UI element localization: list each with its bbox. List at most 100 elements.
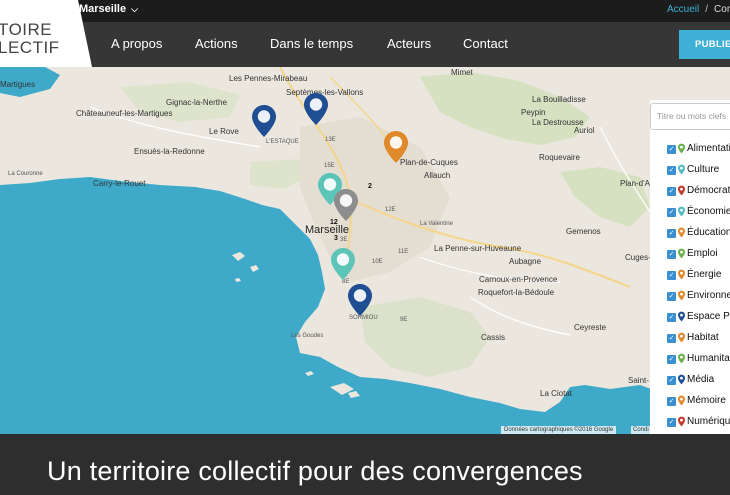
map-marker-icon — [678, 185, 685, 196]
cluster-count[interactable]: 3 — [334, 235, 338, 242]
checkbox-checked-icon[interactable]: ✓ — [667, 187, 676, 196]
map-label: Plan-de-Cuques — [400, 158, 458, 167]
map-label: Carnoux-en-Provence — [479, 275, 558, 284]
checkbox-checked-icon[interactable]: ✓ — [667, 355, 676, 364]
chevron-down-icon: ⌵ — [131, 4, 138, 14]
category-label: Économie — [687, 206, 730, 217]
district-label: L'ESTAQUE — [266, 139, 299, 145]
map-pin-marker-icon[interactable] — [304, 93, 328, 125]
map-label: Aubagne — [509, 257, 542, 266]
checkbox-checked-icon[interactable]: ✓ — [667, 145, 676, 154]
publish-button[interactable]: PUBLIER — [679, 30, 730, 59]
district-label: 10E — [372, 259, 383, 265]
map-marker-icon — [678, 353, 685, 364]
category-label: Démocratie — [687, 185, 730, 196]
category-label: Environnement — [687, 290, 730, 301]
district-label: 9E — [400, 317, 408, 323]
breadcrumb-next-link[interactable]: Con — [714, 4, 730, 15]
checkbox-checked-icon[interactable]: ✓ — [667, 250, 676, 259]
checkbox-checked-icon[interactable]: ✓ — [667, 229, 676, 238]
app: Marseille ⌵ Accueil / Con A propos Actions … — [0, 0, 730, 495]
checkbox-checked-icon[interactable]: ✓ — [667, 313, 676, 322]
site-logo[interactable]: TOIRE LECTIF — [0, 0, 92, 67]
map-marker-icon — [678, 416, 685, 427]
map-terms-link[interactable]: Condi — [631, 426, 651, 434]
map-label: Peypin — [521, 108, 546, 117]
filter-panel: Titre ou mots clefs ✓ Alimentation ✓ Cultur… — [650, 100, 730, 434]
district-label: 3E — [340, 237, 348, 243]
nav-item-dans-le-temps[interactable]: Dans le temps — [270, 36, 353, 51]
map-label: Carry-le-Rouet — [93, 179, 146, 188]
map-label-marseille: Marseille — [305, 224, 350, 236]
category-label: Alimentation — [687, 143, 730, 154]
map-label: La Penne-sur-Huveaune — [434, 244, 522, 253]
map-label: Gignac-la-Nerthe — [166, 98, 227, 107]
map-label: Allauch — [424, 171, 451, 180]
nav-item-contact[interactable]: Contact — [463, 36, 508, 51]
map-label: La Valentine — [420, 221, 453, 227]
map-pin-marker-icon[interactable] — [331, 248, 355, 280]
checkbox-checked-icon[interactable]: ✓ — [667, 292, 676, 301]
category-label: Mémoire — [687, 395, 726, 406]
breadcrumb: Accueil / Con — [667, 4, 730, 15]
map-marker-icon — [678, 332, 685, 343]
map-label: Le Rove — [209, 127, 239, 136]
map-marker-icon — [678, 164, 685, 175]
logo-line-1: TOIRE — [0, 20, 53, 39]
city-selector-label: Marseille — [79, 3, 127, 15]
checkbox-checked-icon[interactable]: ✓ — [667, 397, 676, 406]
category-label: Humanitaire — [687, 353, 730, 364]
top-bar: Marseille ⌵ Accueil / Con — [0, 0, 730, 22]
map-label: Ceyreste — [574, 323, 607, 332]
map-label: Roquefort-la-Bédoule — [478, 288, 555, 297]
map-marker-icon — [678, 227, 685, 238]
district-label: 11E — [398, 249, 409, 255]
map-pin-marker-icon[interactable] — [348, 284, 372, 316]
map-label: Ensuès-la-Redonne — [134, 147, 205, 156]
map-label: Mimet — [451, 68, 473, 77]
map-label: Martigues — [0, 80, 36, 89]
checkbox-checked-icon[interactable]: ✓ — [667, 166, 676, 175]
map-marker-icon — [678, 311, 685, 322]
map-label: Saint- — [628, 376, 649, 385]
category-label: Emploi — [687, 248, 718, 259]
category-label: Média — [687, 374, 715, 385]
checkbox-checked-icon[interactable]: ✓ — [667, 208, 676, 217]
checkbox-checked-icon[interactable]: ✓ — [667, 271, 676, 280]
map-marker-icon — [678, 206, 685, 217]
map-pin-marker-icon[interactable] — [252, 105, 276, 137]
map-label: Roquevaire — [539, 153, 580, 162]
map-marker-icon — [678, 248, 685, 259]
city-selector[interactable]: Marseille ⌵ — [79, 3, 138, 15]
tagline: Un territoire collectif pour des converg… — [47, 456, 583, 486]
keyword-search-input[interactable]: Titre ou mots clefs — [650, 103, 730, 130]
checkbox-checked-icon[interactable]: ✓ — [667, 376, 676, 385]
category-label: Énergie — [687, 269, 722, 280]
nav-item-acteurs[interactable]: Acteurs — [387, 36, 431, 51]
checkbox-checked-icon[interactable]: ✓ — [667, 418, 676, 427]
map[interactable]: Les Pennes-Mirabeau Mimet Martigues Gign… — [0, 67, 730, 434]
cluster-count[interactable]: 2 — [368, 183, 372, 190]
footer-banner: Un territoire collectif pour des converg… — [0, 434, 730, 495]
map-label: Les Goudes — [291, 333, 324, 339]
map-marker-icon — [678, 269, 685, 280]
nav-item-actions[interactable]: Actions — [195, 36, 238, 51]
main-navbar: A propos Actions Dans le temps Acteurs C… — [0, 22, 730, 67]
map-pin-marker-icon[interactable] — [334, 189, 358, 221]
map-marker-icon — [678, 290, 685, 301]
map-label: Gemenos — [566, 227, 601, 236]
district-label: 15E — [324, 163, 335, 169]
category-label: Culture — [687, 164, 720, 175]
breadcrumb-separator: / — [705, 4, 709, 15]
map-label: La Couronne — [8, 171, 43, 177]
breadcrumb-home-link[interactable]: Accueil — [667, 4, 699, 15]
checkbox-checked-icon[interactable]: ✓ — [667, 334, 676, 343]
map-marker-icon — [678, 395, 685, 406]
district-label: 13E — [325, 137, 336, 143]
map-marker-icon — [678, 143, 685, 154]
map-attribution: Données cartographiques ©2016 Google — [501, 426, 617, 434]
nav-item-a-propos[interactable]: A propos — [111, 36, 162, 51]
map-label: Auriol — [574, 126, 595, 135]
map-pin-marker-icon[interactable] — [384, 131, 408, 163]
map-label: Les Pennes-Mirabeau — [229, 74, 308, 83]
